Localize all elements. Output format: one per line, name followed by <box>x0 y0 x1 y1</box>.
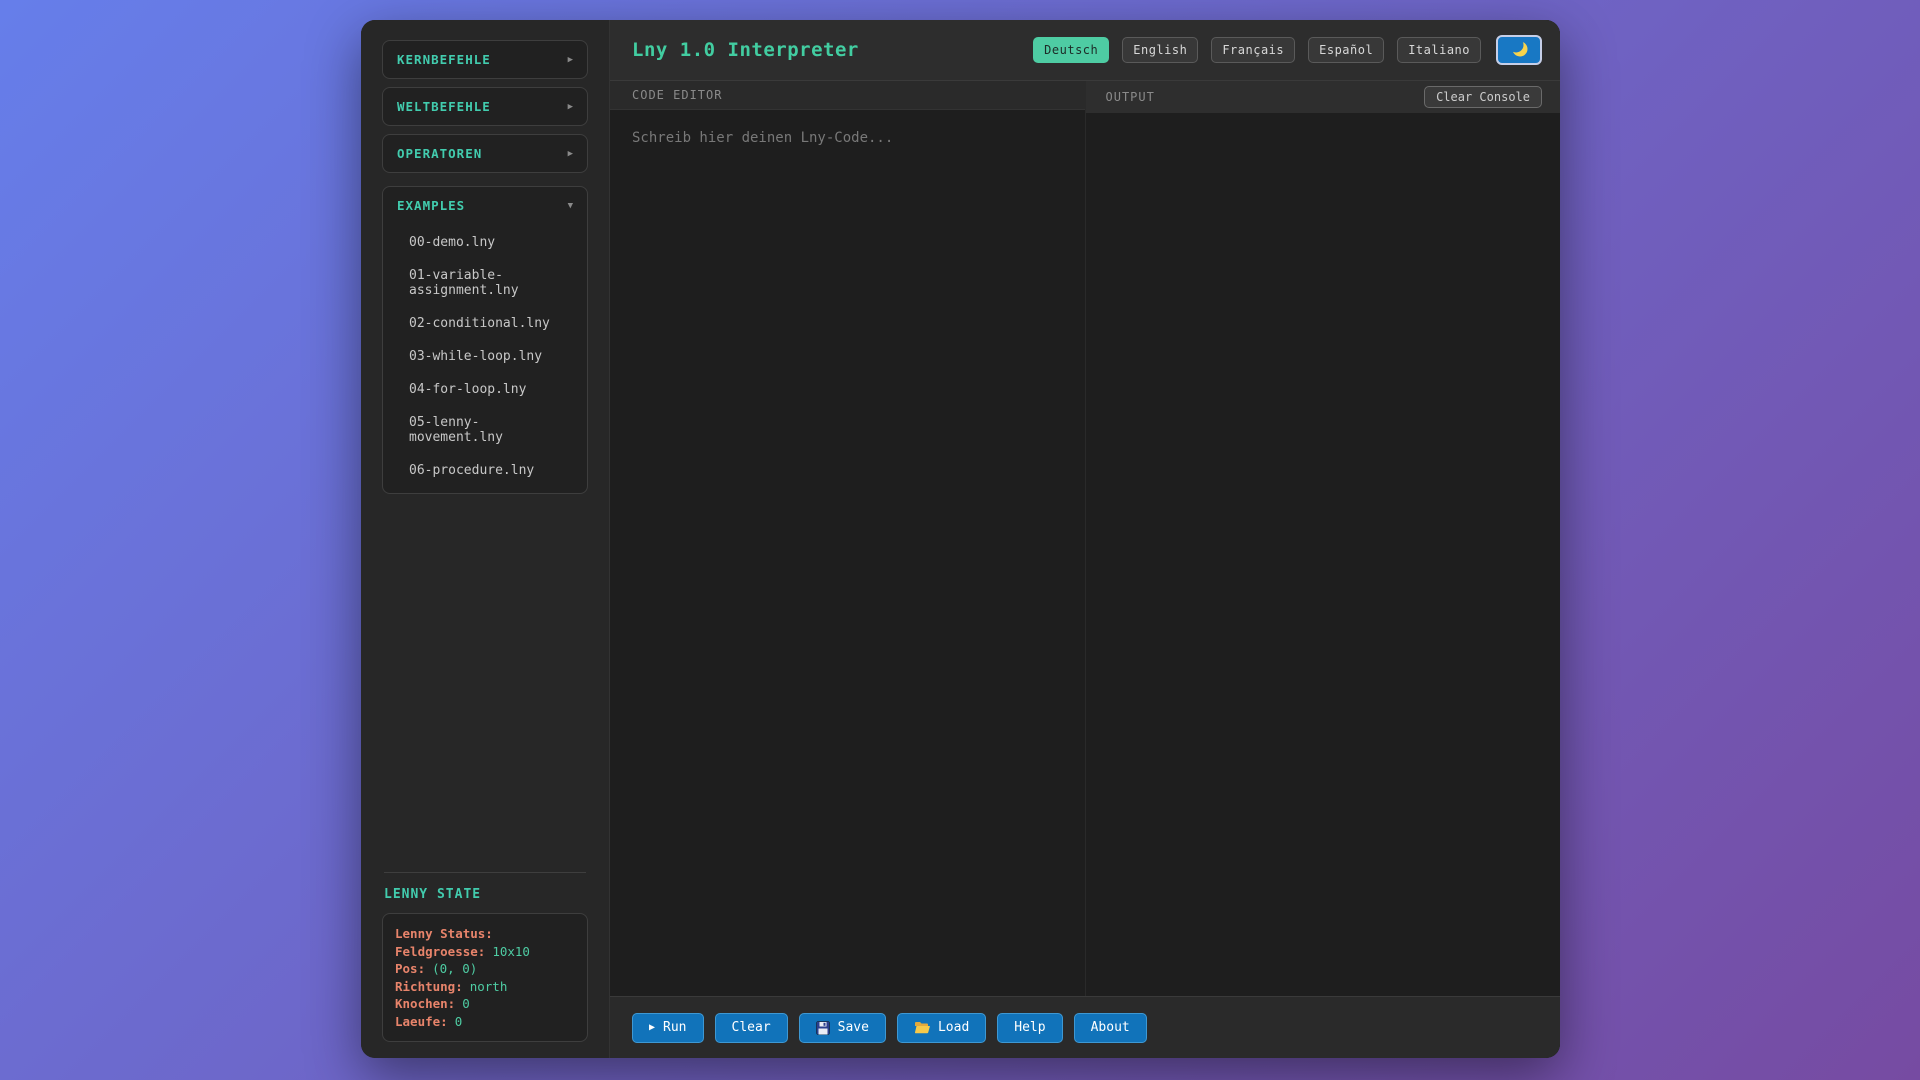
section-header-operatoren[interactable]: OPERATOREN ▶ <box>397 146 573 161</box>
state-field-knochen: Knochen: 0 <box>395 995 575 1013</box>
file-item[interactable]: 03-while-loop.lny <box>409 349 573 364</box>
code-editor-panel: CODE EDITOR <box>610 81 1086 996</box>
app-window: KERNBEFEHLE ▶ WELTBEFEHLE ▶ OPERATOREN ▶… <box>361 20 1560 1058</box>
section-title: KERNBEFEHLE <box>397 52 491 67</box>
sidebar-section-examples: EXAMPLES ▼ 00-demo.lny 01-variable-assig… <box>382 186 588 494</box>
clear-button[interactable]: Clear <box>714 1012 788 1043</box>
state-status-line: Lenny Status: <box>395 925 575 943</box>
section-header-kernbefehle[interactable]: KERNBEFEHLE ▶ <box>397 52 573 67</box>
about-button-label: About <box>1090 1020 1130 1035</box>
state-field-value: 10x10 <box>492 943 530 959</box>
run-button[interactable]: ▶ Run <box>632 1012 704 1043</box>
state-field-label: Feldgroesse: <box>395 943 486 959</box>
main-area: Lny 1.0 Interpreter Deutsch English Fran… <box>610 20 1560 1058</box>
file-item[interactable]: 06-procedure.lny <box>409 463 573 478</box>
run-button-label: Run <box>663 1020 687 1035</box>
file-item[interactable]: 01-variable-assignment.lny <box>409 268 573 298</box>
chevron-right-icon[interactable]: ▶ <box>568 55 573 65</box>
sidebar-section-kernbefehle[interactable]: KERNBEFEHLE ▶ <box>382 40 588 79</box>
section-title: EXAMPLES <box>397 198 466 213</box>
moon-icon <box>1508 37 1529 62</box>
state-field-label: Richtung: <box>395 978 463 994</box>
help-button[interactable]: Help <box>997 1012 1063 1043</box>
divider <box>384 872 586 873</box>
section-title: OPERATOREN <box>397 146 483 161</box>
theme-toggle-button[interactable] <box>1496 35 1542 65</box>
save-button[interactable]: Save <box>798 1012 886 1043</box>
load-button[interactable]: Load <box>896 1012 987 1043</box>
lenny-state-heading: LENNY STATE <box>384 887 482 902</box>
chevron-down-icon[interactable]: ▼ <box>568 201 573 211</box>
save-button-label: Save <box>837 1020 869 1035</box>
open-folder-icon <box>914 1021 930 1034</box>
chevron-right-icon[interactable]: ▶ <box>568 149 573 159</box>
chevron-right-icon[interactable]: ▶ <box>568 102 573 112</box>
code-editor-tabbar: CODE EDITOR <box>610 81 1085 110</box>
output-panel: OUTPUT Clear Console <box>1085 81 1560 996</box>
state-field-feldgroesse: Feldgroesse: 10x10 <box>395 943 575 961</box>
sidebar-section-weltbefehle[interactable]: WELTBEFEHLE ▶ <box>382 87 588 126</box>
state-field-value: 0 <box>462 996 470 1011</box>
language-button-francais[interactable]: Français <box>1211 37 1296 63</box>
editor-output-panels: CODE EDITOR OUTPUT Clear Console <box>610 81 1560 996</box>
sidebar-section-operatoren[interactable]: OPERATOREN ▶ <box>382 134 588 173</box>
play-icon: ▶ <box>649 1022 656 1033</box>
state-field-pos: Pos: (0, 0) <box>395 960 575 978</box>
state-field-value: north <box>469 978 508 994</box>
sidebar: KERNBEFEHLE ▶ WELTBEFEHLE ▶ OPERATOREN ▶… <box>361 20 610 1058</box>
output-console <box>1085 113 1560 996</box>
state-status-label: Lenny Status: <box>395 926 493 941</box>
section-header-examples[interactable]: EXAMPLES ▼ <box>397 198 573 213</box>
floppy-disk-icon <box>815 1020 830 1035</box>
file-item[interactable]: 02-conditional.lny <box>409 316 573 331</box>
output-label: OUTPUT <box>1105 90 1155 104</box>
help-button-label: Help <box>1014 1020 1046 1035</box>
page-title: Lny 1.0 Interpreter <box>632 39 859 61</box>
state-field-laeufe: Laeufe: 0 <box>395 1013 575 1031</box>
language-button-italiano[interactable]: Italiano <box>1397 37 1481 63</box>
app-header: Lny 1.0 Interpreter Deutsch English Fran… <box>610 20 1560 81</box>
load-button-label: Load <box>937 1020 970 1035</box>
state-field-label: Pos: <box>395 961 426 976</box>
state-field-label: Laeufe: <box>395 1013 448 1029</box>
state-field-value: 0 <box>454 1013 463 1029</box>
state-field-value: (0, 0) <box>432 961 478 976</box>
file-item[interactable]: 05-lenny-movement.lny <box>409 415 573 445</box>
output-header: OUTPUT Clear Console <box>1085 81 1560 113</box>
file-item[interactable]: 04-for-loop.lny <box>409 382 573 397</box>
lenny-state-panel: Lenny Status: Feldgroesse: 10x10 Pos: (0, … <box>382 913 588 1042</box>
state-field-label: Knochen: <box>395 996 456 1011</box>
file-item[interactable]: 00-demo.lny <box>409 235 573 250</box>
language-button-english[interactable]: English <box>1122 37 1199 63</box>
about-button[interactable]: About <box>1073 1012 1147 1043</box>
language-button-espanol[interactable]: Español <box>1308 37 1385 63</box>
code-editor-input[interactable] <box>610 110 1085 996</box>
state-field-richtung: Richtung: north <box>395 978 575 996</box>
code-editor-label: CODE EDITOR <box>632 88 723 102</box>
section-title: WELTBEFEHLE <box>397 99 491 114</box>
clear-console-button[interactable]: Clear Console <box>1424 86 1542 108</box>
examples-file-list: 00-demo.lny 01-variable-assignment.lny 0… <box>397 213 573 482</box>
language-button-deutsch[interactable]: Deutsch <box>1033 37 1110 63</box>
clear-button-label: Clear <box>731 1020 771 1035</box>
section-header-weltbefehle[interactable]: WELTBEFEHLE ▶ <box>397 99 573 114</box>
bottom-toolbar: ▶ Run Clear Save Load Help About <box>610 996 1560 1058</box>
